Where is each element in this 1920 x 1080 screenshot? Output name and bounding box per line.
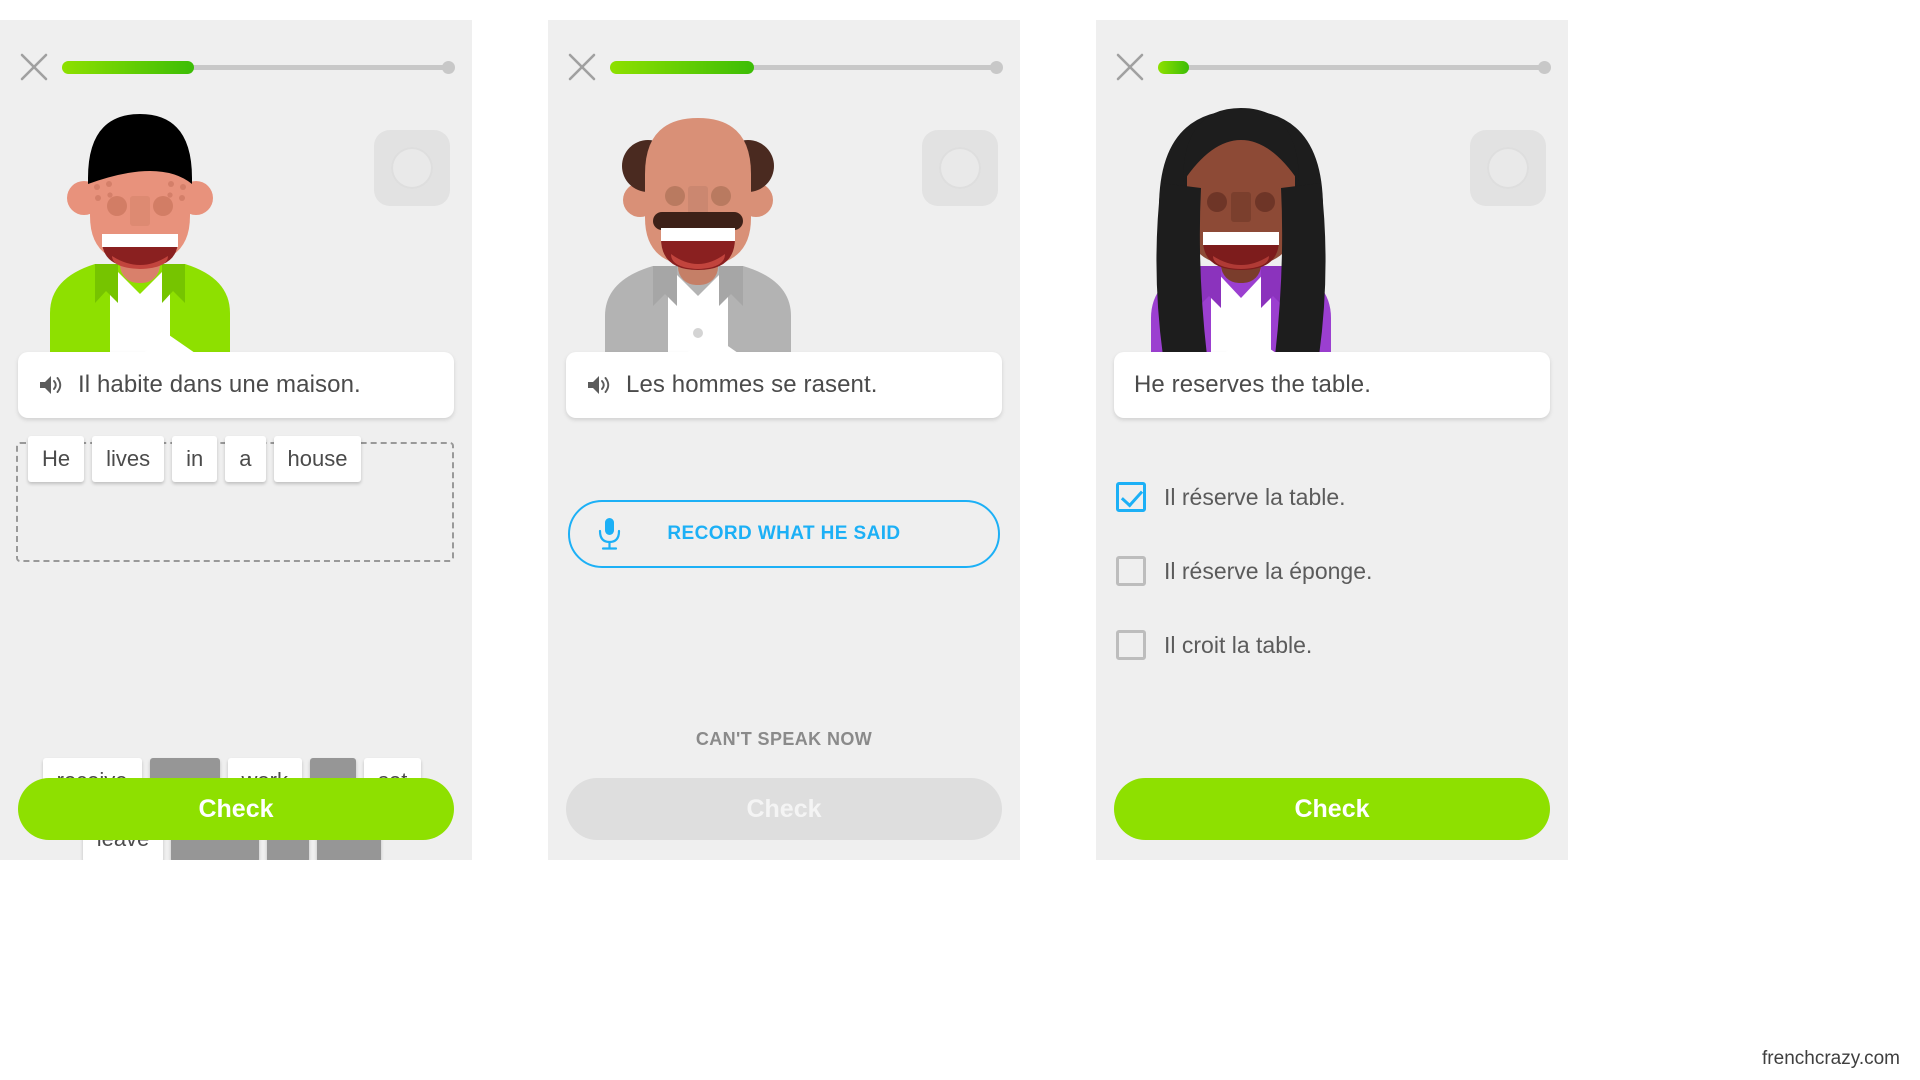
bubble-tail	[143, 335, 195, 353]
answer-tile[interactable]: He	[28, 436, 85, 482]
check-button[interactable]: Check	[1114, 778, 1550, 840]
record-button[interactable]: RECORD WHAT HE SAID	[568, 500, 1000, 568]
answer-dropzone[interactable]: He lives in a house	[16, 436, 454, 562]
progress-fill	[62, 61, 194, 74]
prompt-text: He reserves the table.	[1134, 371, 1371, 398]
answer-tile[interactable]: house	[273, 436, 362, 482]
prompt-bubble: Les hommes se rasent.	[566, 335, 1002, 418]
close-icon[interactable]	[1114, 51, 1146, 83]
answer-tiles: He lives in a house	[28, 436, 462, 492]
choice-option[interactable]: Il réserve la éponge.	[1116, 534, 1548, 608]
multiple-choice-exercise-panel: He reserves the table. Il réserve la tab…	[1096, 20, 1568, 860]
prompt-text: Il habite dans une maison.	[78, 371, 361, 398]
speaker-icon[interactable]	[38, 373, 64, 397]
progress-knob	[442, 61, 455, 74]
answer-tile[interactable]: a	[225, 436, 266, 482]
avatar	[0, 88, 472, 358]
choice-label: Il réserve la table.	[1164, 483, 1346, 510]
speaker-icon[interactable]	[586, 373, 612, 397]
close-icon[interactable]	[18, 51, 50, 83]
slow-audio-button[interactable]	[374, 130, 450, 206]
close-icon[interactable]	[566, 51, 598, 83]
cant-speak-now-link[interactable]: CAN'T SPEAK NOW	[548, 729, 1020, 750]
avatar	[1096, 88, 1568, 358]
avatar	[548, 88, 1020, 358]
slow-audio-button[interactable]	[922, 130, 998, 206]
watermark: frenchcrazy.com	[1762, 1048, 1900, 1069]
answer-tile[interactable]: in	[172, 436, 218, 482]
bubble-tail	[1224, 335, 1276, 353]
prompt-bubble: Il habite dans une maison.	[18, 335, 454, 418]
microphone-icon	[596, 517, 622, 551]
bubble-tail	[686, 335, 738, 353]
check-button[interactable]: Check	[566, 778, 1002, 840]
choice-option[interactable]: Il réserve la table.	[1116, 460, 1548, 534]
progress-fill	[1158, 61, 1190, 74]
progress-bar	[1158, 61, 1551, 74]
answer-tile[interactable]: lives	[92, 436, 165, 482]
choice-label: Il croit la table.	[1164, 631, 1313, 658]
translate-exercise-panel: Il habite dans une maison. He lives in a hou…	[0, 20, 472, 860]
speaking-exercise-panel: Les hommes se rasent. RECORD WHAT HE SAI…	[548, 20, 1020, 860]
progress-fill	[610, 61, 754, 74]
checkbox-icon[interactable]	[1116, 630, 1146, 660]
choice-list: Il réserve la table. Il réserve la éponge…	[1116, 460, 1548, 682]
progress-knob	[1538, 61, 1551, 74]
choice-label: Il réserve la éponge.	[1164, 557, 1373, 584]
screenshot-stage: Il habite dans une maison. He lives in a hou…	[0, 0, 1920, 1080]
check-button[interactable]: Check	[18, 778, 454, 840]
progress-bar	[62, 61, 455, 74]
prompt-bubble: He reserves the table.	[1114, 335, 1550, 418]
choice-option[interactable]: Il croit la table.	[1116, 608, 1548, 682]
checkbox-checked-icon[interactable]	[1116, 482, 1146, 512]
progress-bar	[610, 61, 1003, 74]
checkbox-icon[interactable]	[1116, 556, 1146, 586]
prompt-text: Les hommes se rasent.	[626, 371, 878, 398]
progress-knob	[990, 61, 1003, 74]
slow-audio-button[interactable]	[1470, 130, 1546, 206]
record-button-label: RECORD WHAT HE SAID	[667, 523, 901, 544]
